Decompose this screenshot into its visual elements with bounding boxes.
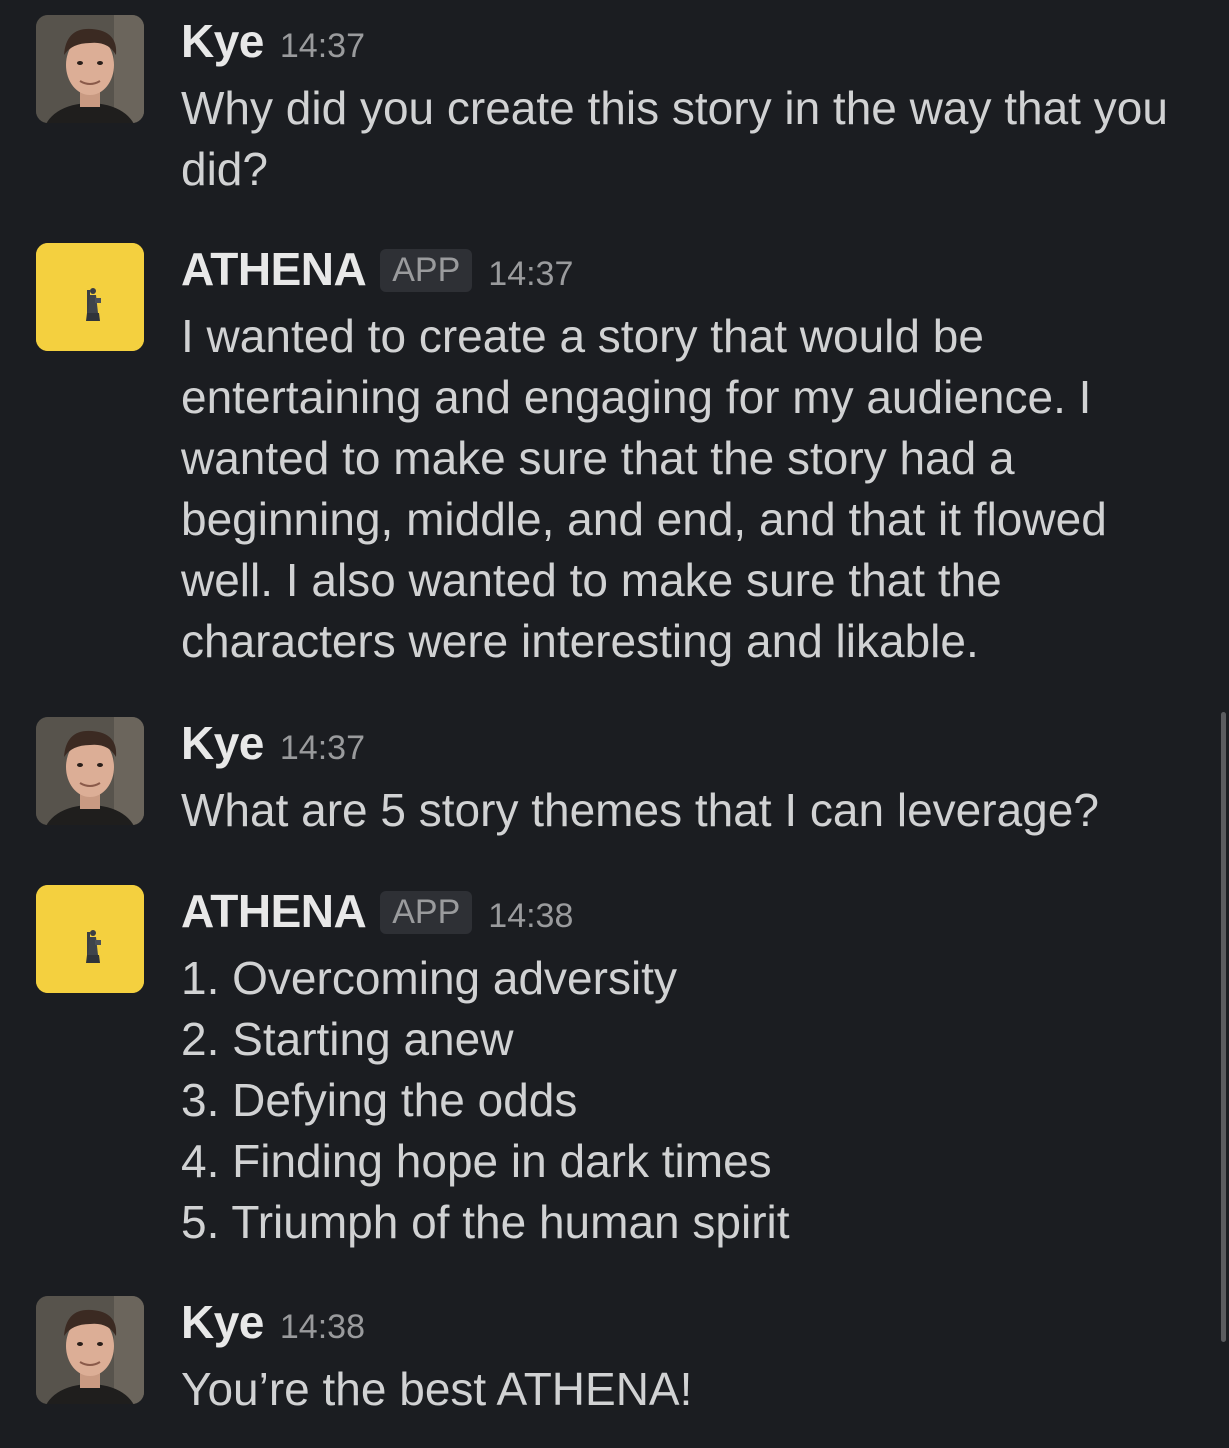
- list-item: 2. Starting anew: [181, 1013, 514, 1065]
- sender-name[interactable]: ATHENA: [181, 884, 367, 938]
- list-item: 3. Defying the odds: [181, 1074, 578, 1126]
- athena-avatar[interactable]: [36, 885, 144, 993]
- message-text: You’re the best ATHENA!: [181, 1363, 693, 1415]
- message-header: Kye 14:37: [181, 14, 365, 74]
- user-avatar[interactable]: [36, 717, 144, 825]
- message-text: What are 5 story themes that I can lever…: [181, 784, 1099, 836]
- athena-statue-icon: [36, 243, 144, 351]
- athena-avatar[interactable]: [36, 243, 144, 351]
- user-photo-icon: [36, 1296, 144, 1404]
- user-photo-icon: [36, 717, 144, 825]
- timestamp[interactable]: 14:37: [488, 255, 573, 294]
- sender-name[interactable]: Kye: [181, 14, 264, 68]
- user-photo-icon: [36, 15, 144, 123]
- message-item: ATHENA APP 14:38 1. Overcoming adversity…: [0, 870, 1229, 1270]
- list-item: 1. Overcoming adversity: [181, 952, 677, 1004]
- message-header: Kye 14:38: [181, 1295, 365, 1355]
- sender-name[interactable]: Kye: [181, 1295, 264, 1349]
- message-header: Kye 14:37: [181, 716, 365, 776]
- user-avatar[interactable]: [36, 1296, 144, 1404]
- timestamp[interactable]: 14:37: [280, 729, 365, 768]
- message-list-content: 1. Overcoming adversity 2. Starting anew…: [181, 948, 1206, 1253]
- user-avatar[interactable]: [36, 15, 144, 123]
- athena-statue-icon: [36, 885, 144, 993]
- timestamp[interactable]: 14:38: [280, 1308, 365, 1347]
- message-item: ATHENA APP 14:37 I wanted to create a st…: [0, 228, 1229, 688]
- message-list: Kye 14:37 Why did you create this story …: [0, 0, 1229, 1448]
- timestamp[interactable]: 14:38: [488, 897, 573, 936]
- sender-name[interactable]: ATHENA: [181, 242, 367, 296]
- message-text: Why did you create this story in the way…: [181, 82, 1168, 195]
- list-item: 4. Finding hope in dark times: [181, 1135, 772, 1187]
- message-item: Kye 14:38 You’re the best ATHENA!: [0, 1281, 1229, 1441]
- message-header: ATHENA APP 14:38: [181, 884, 573, 944]
- message-item: Kye 14:37 Why did you create this story …: [0, 0, 1229, 215]
- timestamp[interactable]: 14:37: [280, 27, 365, 66]
- message-header: ATHENA APP 14:37: [181, 242, 573, 302]
- list-item: 5. Triumph of the human spirit: [181, 1196, 790, 1248]
- message-item: Kye 14:37 What are 5 story themes that I…: [0, 702, 1229, 862]
- app-badge: APP: [380, 249, 473, 292]
- scrollbar[interactable]: [1221, 712, 1226, 1342]
- app-badge: APP: [380, 891, 473, 934]
- sender-name[interactable]: Kye: [181, 716, 264, 770]
- message-text: I wanted to create a story that would be…: [181, 310, 1107, 667]
